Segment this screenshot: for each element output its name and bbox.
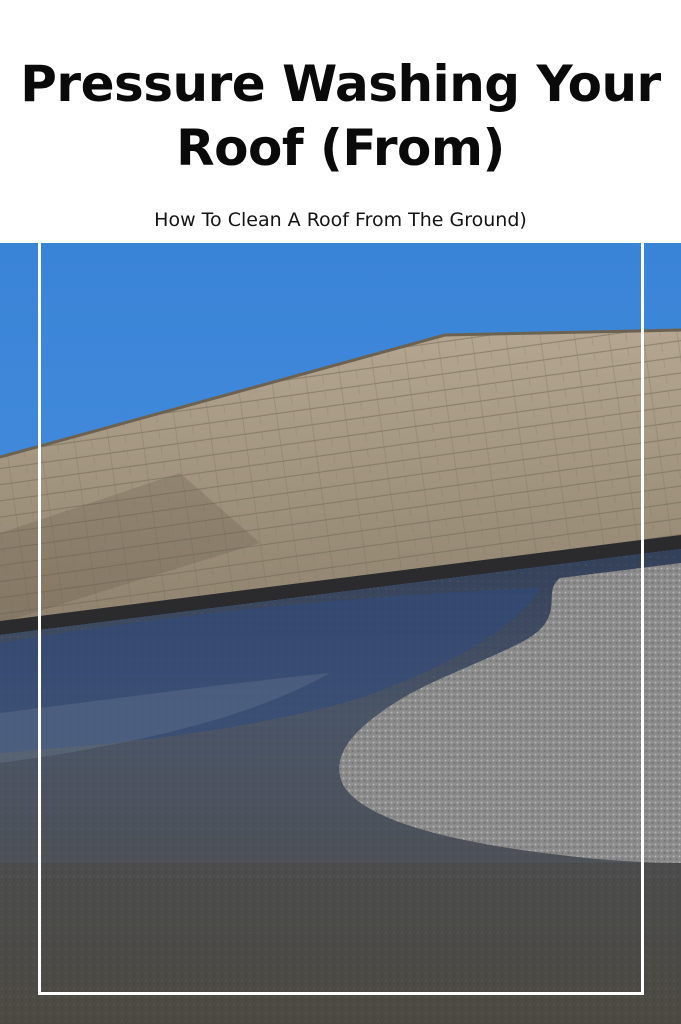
page-title: Pressure Washing Your Roof (From) (20, 55, 661, 177)
page-subtitle: How To Clean A Roof From The Ground) (154, 209, 527, 231)
roof-photo (0, 243, 681, 1024)
header: Pressure Washing Your Roof (From) How To… (0, 0, 681, 243)
